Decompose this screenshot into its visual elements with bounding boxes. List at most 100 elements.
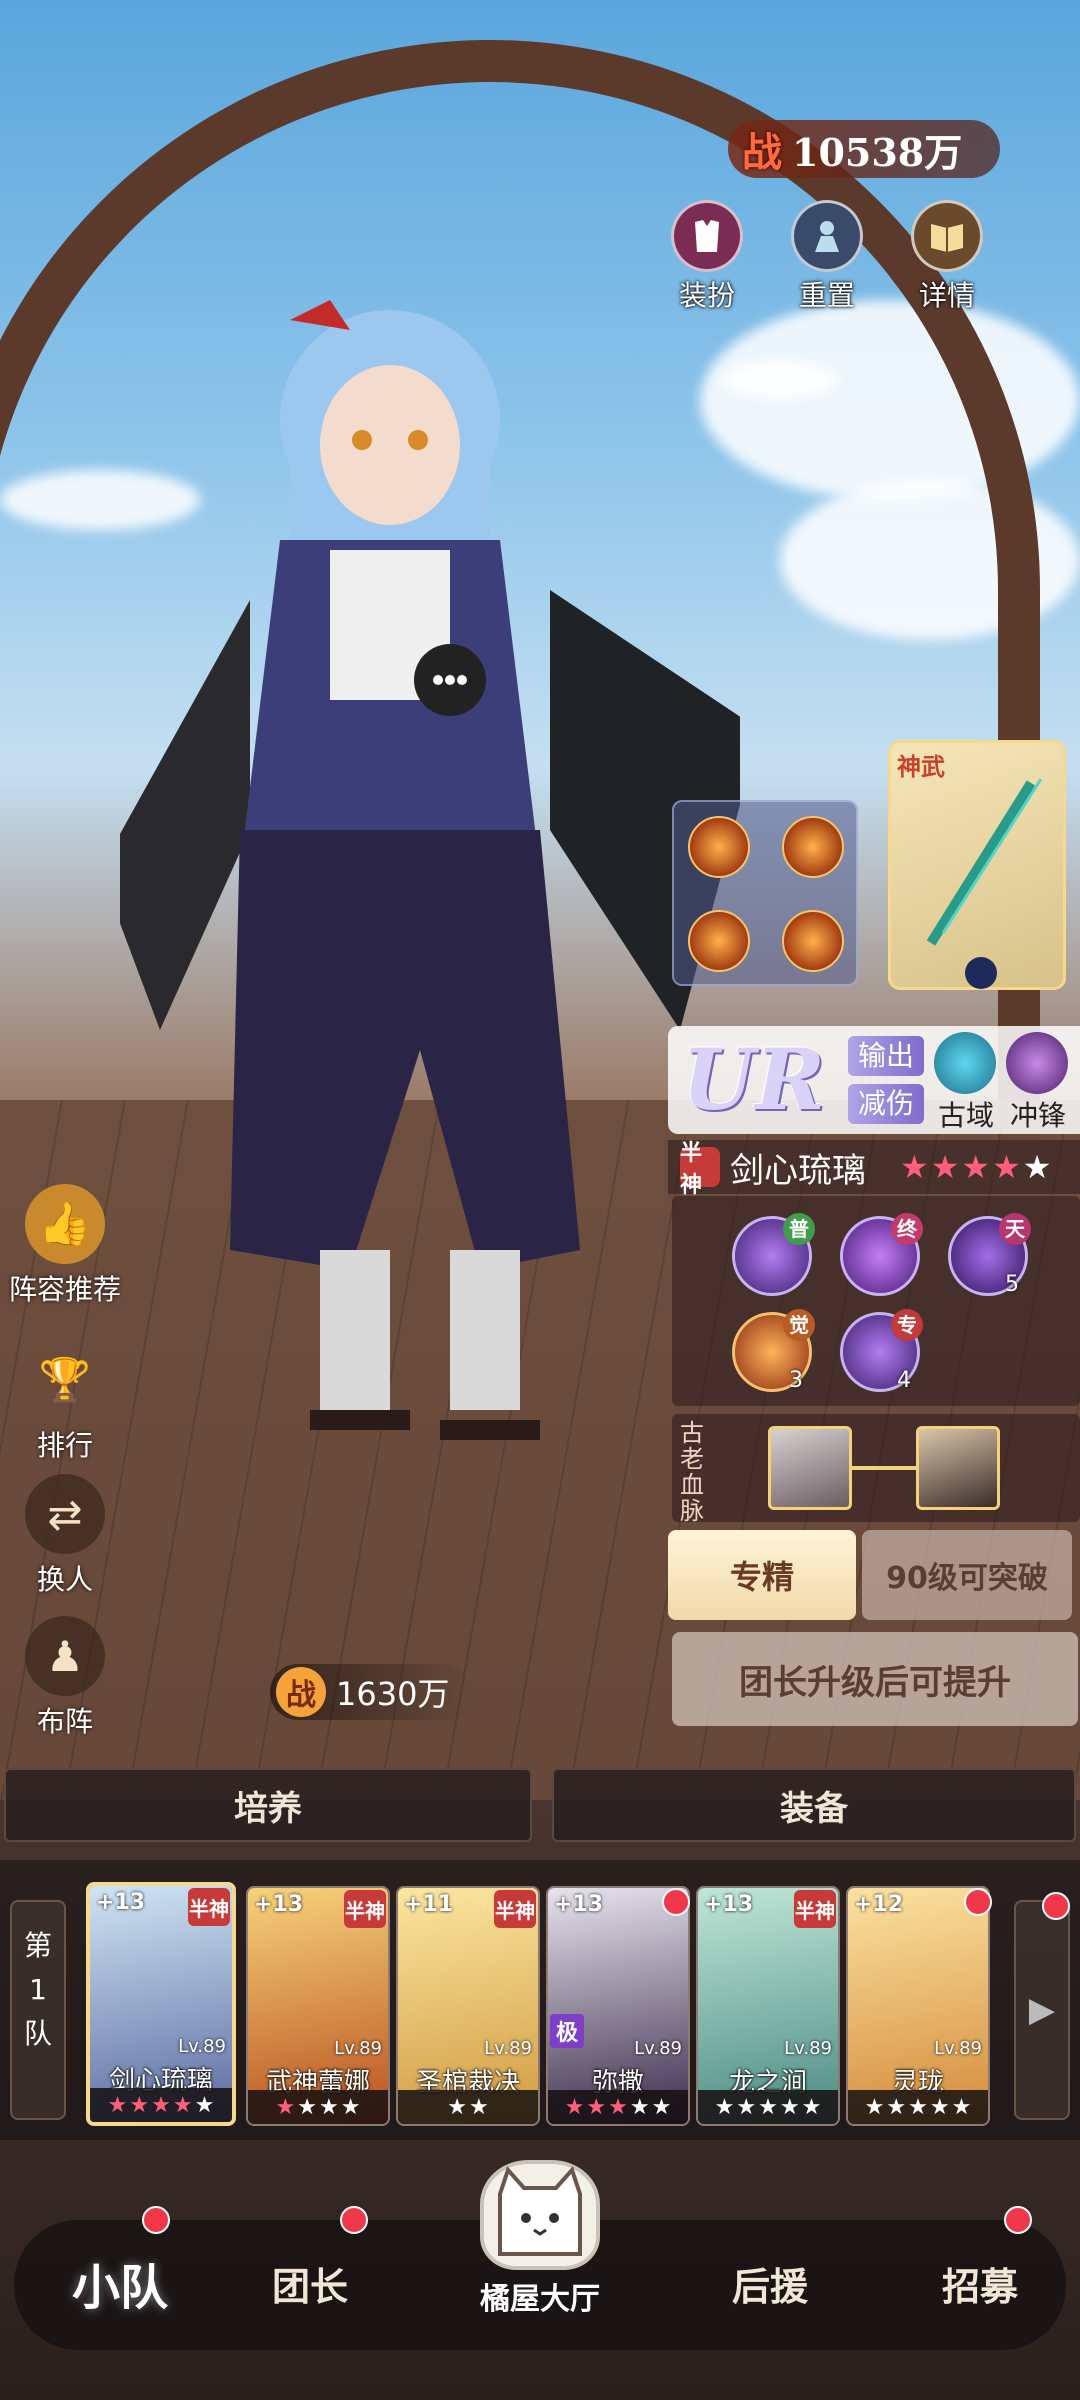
- rune-slot[interactable]: [782, 816, 844, 878]
- skill-normal-icon[interactable]: 普: [732, 1213, 815, 1296]
- star-icon: ★: [629, 2094, 650, 2120]
- member-enhance-level: +13: [254, 1892, 304, 1917]
- thumbs-up-icon: 👍: [25, 1184, 105, 1264]
- swap-member-label: 换人: [36, 1563, 93, 1596]
- character-portrait[interactable]: [120, 270, 740, 1570]
- swap-member-button[interactable]: ⇄ 换人: [0, 1474, 130, 1598]
- team-member-card[interactable]: +11 半神 Lv.89 圣棺裁决 ★ ★: [396, 1886, 540, 2126]
- upgrade-hint-button[interactable]: 团长升级后可提升: [672, 1632, 1078, 1726]
- member-level: Lv.89: [178, 2036, 226, 2057]
- notification-dot: [662, 1888, 690, 1916]
- notification-dot: [1004, 2206, 1032, 2234]
- reset-icon: [791, 200, 863, 272]
- rune-slots-panel[interactable]: [672, 800, 858, 986]
- half-god-badge: 半神: [794, 1890, 836, 1928]
- member-level: Lv.89: [634, 2038, 682, 2059]
- specialize-button[interactable]: 专精: [668, 1530, 856, 1620]
- details-button[interactable]: 详情: [902, 200, 992, 314]
- member-level: Lv.89: [784, 2038, 832, 2059]
- cat-house-icon: [480, 2160, 600, 2270]
- star-icon: ★: [779, 2094, 800, 2120]
- rune-slot[interactable]: [782, 910, 844, 972]
- skill-talent-icon[interactable]: 天 5: [948, 1213, 1031, 1297]
- star-icon: ★: [886, 2094, 907, 2120]
- power-label: 战: [742, 129, 782, 176]
- star-icon: ★: [961, 1148, 991, 1186]
- dress-up-label: 装扮: [678, 279, 735, 312]
- team-member-card[interactable]: +12 Lv.89 灵珑 ★ ★ ★ ★ ★: [846, 1886, 990, 2126]
- star-icon: ★: [275, 2094, 296, 2120]
- power-label: 战: [276, 1667, 326, 1717]
- star-icon: ★: [1022, 1148, 1052, 1186]
- divine-weapon-tag: 神武: [897, 753, 945, 781]
- skill-awaken-icon[interactable]: 觉 3: [732, 1309, 815, 1393]
- star-icon: ★: [801, 2094, 822, 2120]
- character-name-row: 半神 剑心琉璃 ★ ★ ★ ★ ★: [668, 1140, 1080, 1198]
- nav-hall-label: 橘屋大厅: [480, 2282, 600, 2317]
- tab-equipment[interactable]: 装备: [552, 1768, 1076, 1842]
- star-icon: ★: [297, 2094, 317, 2120]
- star-icon: ★: [929, 2094, 950, 2120]
- skill-exclusive-icon[interactable]: 专 4: [840, 1309, 923, 1393]
- lineup-recommend-button[interactable]: 👍 阵容推荐: [0, 1184, 130, 1308]
- star-icon: ★: [736, 2094, 757, 2120]
- skills-panel: 普 终 天 5 觉 3 专 4: [672, 1196, 1080, 1406]
- nav-recruit[interactable]: 招募: [900, 2238, 1060, 2328]
- character-power-value: 1630万: [336, 1675, 450, 1713]
- member-enhance-level: +13: [704, 1892, 754, 1917]
- member-level: Lv.89: [334, 2038, 382, 2059]
- star-icon: ★: [447, 2094, 467, 2120]
- member-enhance-level: +12: [854, 1892, 904, 1917]
- half-god-badge: 半神: [680, 1141, 720, 1198]
- half-god-badge: 半神: [188, 1888, 230, 1926]
- formation-button[interactable]: ♟ 布阵: [0, 1616, 130, 1740]
- ancient-bloodline-panel[interactable]: 古老血脉: [672, 1414, 1080, 1524]
- roster-next-arrow[interactable]: ▶: [1014, 1900, 1070, 2120]
- member-level: Lv.89: [484, 2038, 532, 2059]
- nav-support[interactable]: 后援: [690, 2238, 850, 2328]
- star-icon: ★: [564, 2094, 585, 2120]
- star-icon: ★: [908, 2094, 928, 2120]
- nav-leader[interactable]: 团长: [230, 2238, 390, 2328]
- book-icon: [911, 200, 983, 272]
- star-icon: ★: [651, 2094, 672, 2120]
- half-god-badge: 半神: [494, 1890, 536, 1928]
- rarity-badge: UR: [682, 1030, 826, 1129]
- team-member-card[interactable]: +13 半神 Lv.89 龙之涧 ★ ★ ★ ★ ★: [696, 1886, 840, 2126]
- ranking-button[interactable]: 🏆 排行: [0, 1340, 130, 1464]
- member-stars: ★ ★ ★ ★ ★: [548, 2090, 688, 2124]
- ranking-label: 排行: [36, 1429, 93, 1462]
- skill-ultimate-icon[interactable]: 终: [840, 1213, 923, 1296]
- swap-icon: ⇄: [25, 1474, 105, 1554]
- nav-team[interactable]: 小队: [40, 2238, 200, 2328]
- team-member-card[interactable]: +13 半神 Lv.89 武神蕾娜 ★ ★ ★ ★: [246, 1886, 390, 2126]
- team-power-value: 10538万: [792, 129, 963, 175]
- star-icon: ★: [469, 2094, 489, 2120]
- character-name: 剑心琉璃: [730, 1150, 866, 1191]
- member-enhance-level: +13: [554, 1892, 604, 1917]
- member-enhance-level: +11: [404, 1892, 454, 1917]
- tab-cultivate[interactable]: 培养: [4, 1768, 532, 1842]
- rune-slot[interactable]: [688, 910, 750, 972]
- team-member-card[interactable]: +13 半神 Lv.89 剑心琉璃 ★ ★ ★ ★ ★: [86, 1882, 236, 2126]
- member-stars: ★ ★: [398, 2090, 538, 2124]
- star-icon: ★: [340, 2094, 361, 2120]
- star-icon: ★: [758, 2094, 778, 2120]
- member-level: Lv.89: [934, 2038, 982, 2059]
- divine-weapon-card[interactable]: 神武: [888, 740, 1066, 990]
- team-selector-tab[interactable]: 第 1 队: [10, 1900, 66, 2120]
- rune-slot[interactable]: [688, 816, 750, 878]
- nav-hall[interactable]: 橘屋大厅: [448, 2160, 632, 2350]
- star-icon: ★: [319, 2094, 339, 2120]
- trophy-icon: 🏆: [38, 1355, 92, 1404]
- bloodline-portrait[interactable]: [916, 1426, 1000, 1510]
- breakthrough-button[interactable]: 90级可突破: [862, 1530, 1072, 1620]
- bloodline-portrait[interactable]: [768, 1426, 852, 1510]
- star-icon: ★: [194, 2092, 215, 2118]
- reset-button[interactable]: 重置: [782, 200, 872, 314]
- reset-label: 重置: [798, 279, 855, 312]
- ancient-domain-icon: [934, 1032, 996, 1094]
- star-icon: ★: [151, 2092, 171, 2118]
- dress-up-button[interactable]: 装扮: [662, 200, 752, 314]
- team-member-card[interactable]: +13 极 Lv.89 弥撒 ★ ★ ★ ★ ★: [546, 1886, 690, 2126]
